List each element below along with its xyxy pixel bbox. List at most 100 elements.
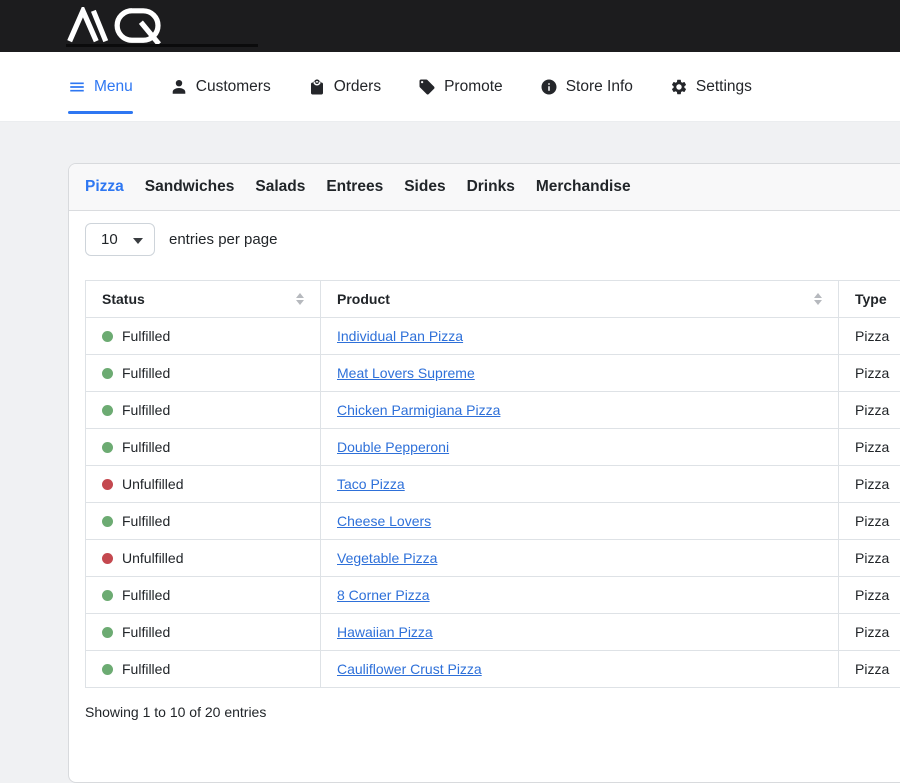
nav-item-label: Orders [334, 78, 381, 96]
type-cell: Pizza [839, 651, 900, 688]
nav-item-label: Store Info [566, 78, 633, 96]
table-row: Fulfilled 8 Corner Pizza Pizza [86, 577, 900, 614]
status-dot [102, 331, 113, 342]
tab-merchandise[interactable]: Merchandise [536, 178, 631, 196]
main-nav: Menu Customers Orders Promote Store Info [0, 52, 900, 122]
status-label: Fulfilled [122, 363, 170, 383]
status-cell: Unfulfilled [86, 540, 321, 577]
status-label: Fulfilled [122, 437, 170, 457]
column-header[interactable]: Status [86, 281, 321, 318]
status-cell: Fulfilled [86, 355, 321, 392]
menu-card: Pizza Sandwiches Salads Entrees Sides Dr… [68, 163, 900, 783]
status-dot [102, 516, 113, 527]
product-link[interactable]: 8 Corner Pizza [337, 587, 430, 603]
table-header-row: Status Product [86, 281, 900, 318]
top-bar [0, 0, 900, 52]
bag-icon [308, 78, 326, 96]
product-link[interactable]: Chicken Parmigiana Pizza [337, 402, 500, 418]
table-row: Fulfilled Hawaiian Pizza Pizza [86, 614, 900, 651]
status-label: Fulfilled [122, 585, 170, 605]
nav-item-menu[interactable]: Menu [68, 52, 133, 121]
type-cell: Pizza [839, 466, 900, 503]
table-body: Fulfilled Individual Pan Pizza Pizza [86, 318, 900, 688]
tab-salads[interactable]: Salads [255, 178, 305, 196]
product-link[interactable]: Vegetable Pizza [337, 550, 437, 566]
table-row: Unfulfilled Vegetable Pizza Pizza [86, 540, 900, 577]
product-cell: Cheese Lovers [321, 503, 839, 540]
tag-icon [418, 78, 436, 96]
status-cell: Unfulfilled [86, 466, 321, 503]
status-label: Unfulfilled [122, 548, 183, 568]
person-icon [170, 78, 188, 96]
nav-item-label: Customers [196, 78, 271, 96]
status-dot [102, 368, 113, 379]
type-cell: Pizza [839, 614, 900, 651]
table-row: Fulfilled Meat Lovers Supreme Pizza [86, 355, 900, 392]
status-cell: Fulfilled [86, 651, 321, 688]
table-row: Fulfilled Chicken Parmigiana Pizza Pizza [86, 392, 900, 429]
column-header[interactable]: Product [321, 281, 839, 318]
product-cell: Vegetable Pizza [321, 540, 839, 577]
status-label: Fulfilled [122, 400, 170, 420]
entries-summary: Showing 1 to 10 of 20 entries [85, 704, 900, 720]
tab-pizza[interactable]: Pizza [85, 178, 124, 196]
entries-per-page-label: entries per page [169, 231, 277, 248]
status-label: Fulfilled [122, 326, 170, 346]
product-link[interactable]: Cheese Lovers [337, 513, 431, 529]
status-cell: Fulfilled [86, 614, 321, 651]
nav-item-promote[interactable]: Promote [418, 52, 503, 121]
status-label: Fulfilled [122, 622, 170, 642]
table-row: Unfulfilled Taco Pizza Pizza [86, 466, 900, 503]
product-link[interactable]: Individual Pan Pizza [337, 328, 463, 344]
products-table: Status Product [85, 280, 900, 688]
nav-item-customers[interactable]: Customers [170, 52, 271, 121]
tab-sides[interactable]: Sides [404, 178, 445, 196]
page-size-row: 10 entries per page [85, 223, 900, 256]
active-tab-underline [68, 111, 133, 114]
type-cell: Pizza [839, 540, 900, 577]
type-cell: Pizza [839, 429, 900, 466]
product-cell: 8 Corner Pizza [321, 577, 839, 614]
status-dot [102, 664, 113, 675]
status-dot [102, 627, 113, 638]
product-link[interactable]: Double Pepperoni [337, 439, 449, 455]
column-header-label: Type [855, 289, 887, 309]
product-cell: Chicken Parmigiana Pizza [321, 392, 839, 429]
entries-per-page-select[interactable]: 10 [85, 223, 155, 256]
column-header[interactable]: Type [839, 281, 900, 318]
product-cell: Cauliflower Crust Pizza [321, 651, 839, 688]
product-link[interactable]: Meat Lovers Supreme [337, 365, 475, 381]
category-tab-bar: Pizza Sandwiches Salads Entrees Sides Dr… [69, 164, 900, 211]
table-row: Fulfilled Cheese Lovers Pizza [86, 503, 900, 540]
product-cell: Individual Pan Pizza [321, 318, 839, 355]
tab-drinks[interactable]: Drinks [467, 178, 515, 196]
nav-item-orders[interactable]: Orders [308, 52, 381, 121]
sort-desc-icon [814, 300, 822, 305]
gear-icon [670, 78, 688, 96]
type-cell: Pizza [839, 318, 900, 355]
tab-entrees[interactable]: Entrees [326, 178, 383, 196]
product-cell: Meat Lovers Supreme [321, 355, 839, 392]
card-body: 10 entries per page Status [69, 211, 900, 720]
tab-sandwiches[interactable]: Sandwiches [145, 178, 235, 196]
type-cell: Pizza [839, 503, 900, 540]
status-cell: Fulfilled [86, 429, 321, 466]
nav-item-store-info[interactable]: Store Info [540, 52, 633, 121]
info-icon [540, 78, 558, 96]
hamburger-icon [68, 78, 86, 96]
entries-per-page-value: 10 [101, 231, 118, 248]
status-cell: Fulfilled [86, 577, 321, 614]
nav-item-label: Settings [696, 78, 752, 96]
sort-icon[interactable] [296, 293, 304, 305]
column-header-label: Product [337, 289, 390, 309]
status-label: Fulfilled [122, 511, 170, 531]
product-link[interactable]: Taco Pizza [337, 476, 405, 492]
product-link[interactable]: Cauliflower Crust Pizza [337, 661, 482, 677]
status-dot [102, 479, 113, 490]
sort-asc-icon [814, 293, 822, 298]
type-cell: Pizza [839, 392, 900, 429]
nav-item-settings[interactable]: Settings [670, 52, 752, 121]
sort-icon[interactable] [814, 293, 822, 305]
product-link[interactable]: Hawaiian Pizza [337, 624, 433, 640]
status-label: Unfulfilled [122, 474, 183, 494]
